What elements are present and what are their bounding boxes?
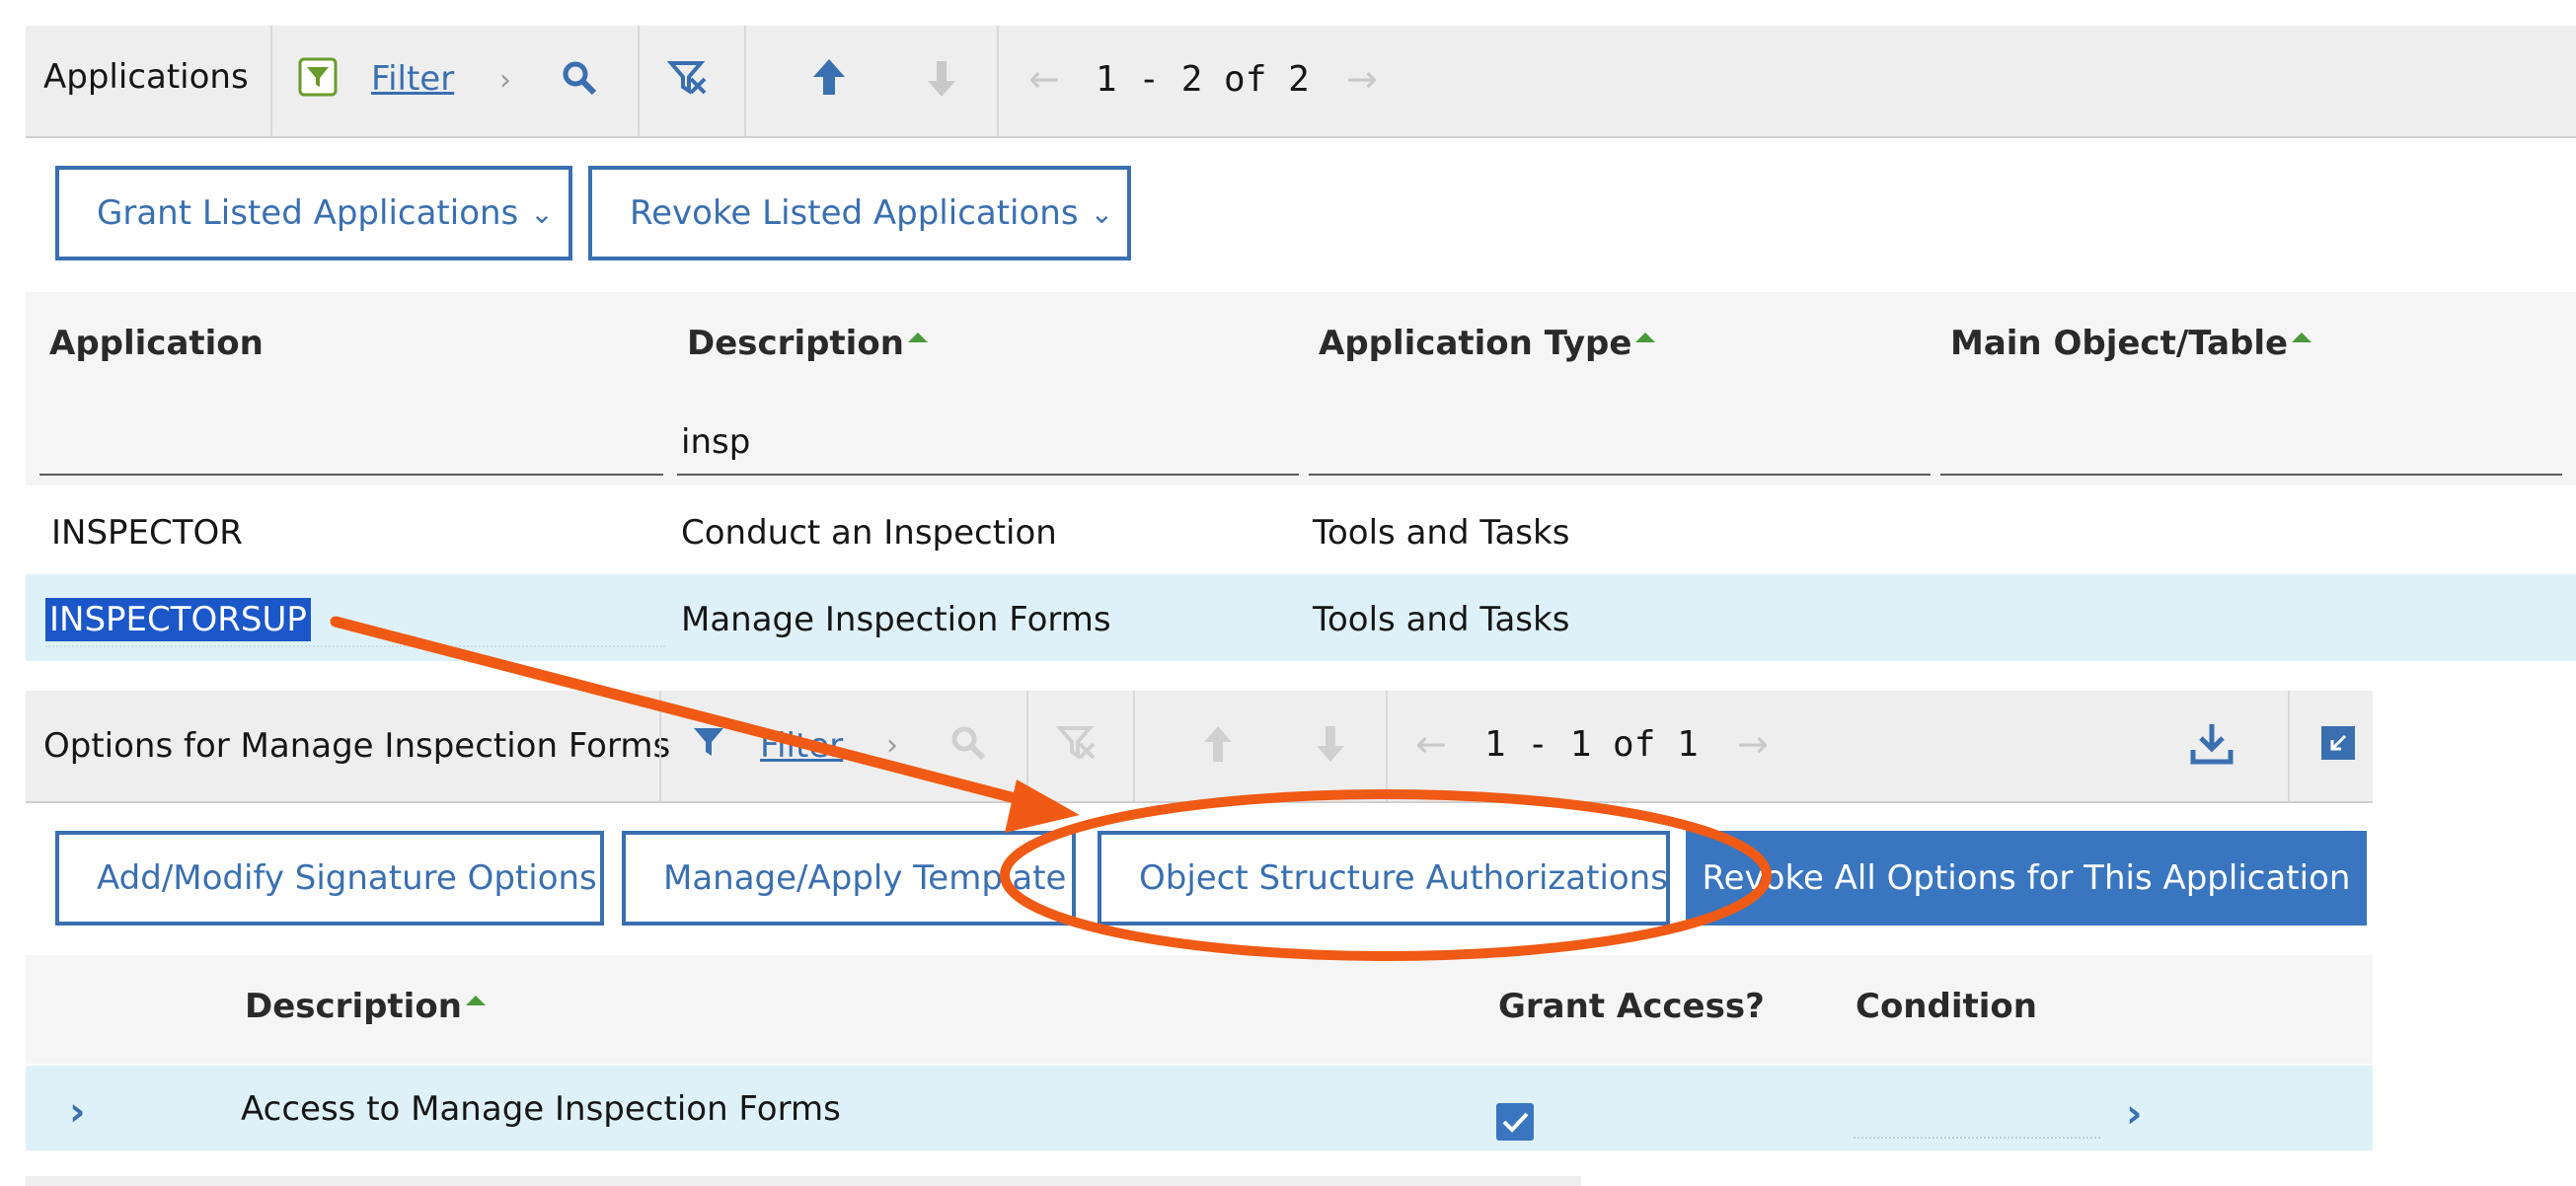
options-title: Options for Manage Inspection Forms [43, 726, 671, 766]
sort-ascending-icon [2292, 332, 2312, 342]
pagination-text: 1 - 1 of 1 [1484, 724, 1699, 765]
previous-page-icon: ← [1415, 722, 1447, 766]
application-type-cell: Tools and Tasks [1313, 513, 1570, 553]
arrow-down-icon [922, 57, 961, 101]
grant-listed-applications-button[interactable]: Grant Listed Applications ⌄ [55, 166, 572, 260]
column-description[interactable]: Description [687, 324, 928, 363]
minimize-icon[interactable] [2321, 726, 2355, 760]
chevron-down-icon: ⌄ [1090, 196, 1114, 230]
sort-ascending-icon [1635, 332, 1656, 342]
option-description-cell: Access to Manage Inspection Forms [241, 1089, 841, 1129]
clear-filter-icon[interactable] [666, 57, 711, 101]
table-row[interactable] [26, 487, 2576, 574]
chevron-right-icon[interactable]: › [886, 728, 898, 763]
description-cell: Conduct an Inspection [681, 513, 1057, 553]
filter-link[interactable]: Filter [760, 726, 843, 766]
search-icon [949, 724, 989, 764]
column-description[interactable]: Description [245, 987, 486, 1026]
manage-apply-template-button[interactable]: Manage/Apply Template [622, 831, 1076, 926]
revoke-all-options-button[interactable]: Revoke All Options for This Application [1686, 831, 2367, 926]
main-object-filter-input[interactable] [1944, 422, 2556, 462]
application-type-filter-input[interactable] [1313, 422, 1925, 462]
chevron-right-icon[interactable]: › [499, 63, 511, 98]
filter-icon[interactable] [298, 57, 338, 97]
column-condition[interactable]: Condition [1856, 987, 2037, 1026]
pagination-text: 1 - 2 of 2 [1096, 59, 1310, 100]
sort-ascending-icon [465, 995, 486, 1005]
application-cell-selected[interactable]: INSPECTORSUP [45, 598, 311, 641]
condition-chevron-icon[interactable]: › [2126, 1091, 2142, 1137]
next-page-icon: → [1737, 722, 1769, 766]
sort-ascending-icon [907, 332, 928, 342]
grant-access-checkbox[interactable] [1496, 1103, 1534, 1141]
applications-title: Applications [43, 57, 249, 97]
arrow-down-icon [1311, 722, 1350, 766]
description-filter-input[interactable]: insp [681, 422, 1293, 462]
object-structure-authorizations-button[interactable]: Object Structure Authorizations [1098, 831, 1670, 926]
application-type-cell: Tools and Tasks [1313, 600, 1570, 639]
application-cell[interactable]: INSPECTOR [51, 513, 243, 553]
filter-link[interactable]: Filter [371, 59, 454, 99]
next-page-icon: → [1346, 57, 1378, 101]
column-application[interactable]: Application [49, 324, 264, 363]
clear-filter-icon [1055, 722, 1099, 766]
arrow-up-icon [1198, 722, 1238, 766]
search-icon[interactable] [561, 59, 600, 99]
previous-page-icon: ← [1028, 57, 1060, 101]
filter-icon[interactable] [691, 724, 726, 760]
revoke-listed-applications-button[interactable]: Revoke Listed Applications ⌄ [588, 166, 1131, 260]
chevron-down-icon: ⌄ [530, 196, 554, 230]
column-grant-access[interactable]: Grant Access? [1498, 987, 1765, 1026]
expand-row-icon[interactable]: › [69, 1089, 85, 1135]
column-main-object[interactable]: Main Object/Table [1950, 324, 2312, 363]
description-cell: Manage Inspection Forms [681, 600, 1111, 639]
application-filter-input[interactable] [43, 422, 659, 462]
arrow-up-icon[interactable] [809, 55, 849, 99]
table-row-selected[interactable] [26, 574, 2576, 661]
column-application-type[interactable]: Application Type [1319, 324, 1656, 363]
add-modify-signature-options-button[interactable]: Add/Modify Signature Options [55, 831, 604, 926]
download-icon[interactable] [2189, 720, 2235, 766]
condition-input[interactable] [1854, 1089, 2100, 1129]
